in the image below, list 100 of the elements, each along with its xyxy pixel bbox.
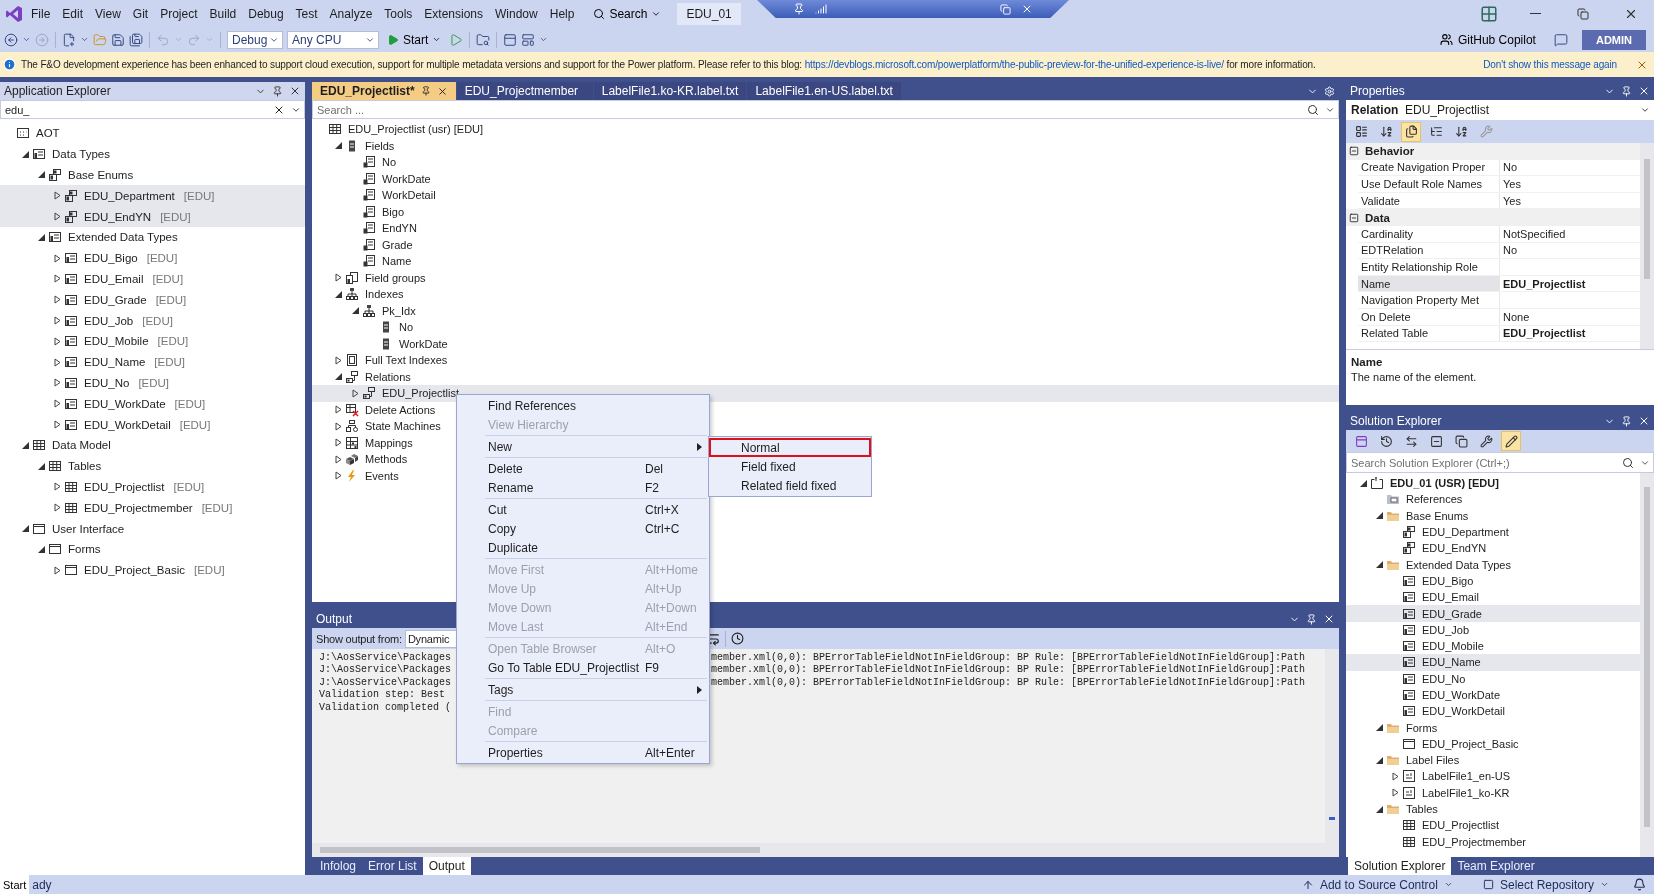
expander-icon[interactable] <box>52 378 62 388</box>
tree-item[interactable]: EDU_No [EDU] <box>0 372 176 394</box>
expander-icon[interactable] <box>333 372 343 382</box>
category-row[interactable]: Behavior <box>1346 143 1640 160</box>
expander-icon[interactable] <box>52 565 62 575</box>
menu-item[interactable]: Edit <box>57 3 89 24</box>
expander-icon[interactable] <box>333 471 343 481</box>
expander-icon[interactable] <box>52 295 62 305</box>
panel-tab[interactable]: Solution Explorer <box>1348 857 1452 875</box>
tree-item[interactable]: EDU_Projectlist <box>312 385 1339 402</box>
tree-item[interactable]: EDU_Grade <box>1346 605 1640 622</box>
tree-item[interactable]: Label Files <box>1346 752 1466 769</box>
close-icon[interactable] <box>1638 415 1650 427</box>
property-value[interactable]: NotSpecified <box>1500 225 1640 242</box>
pin-icon[interactable] <box>793 3 805 15</box>
panel-tab[interactable]: Error List <box>362 857 423 875</box>
tree-item[interactable]: Delete Actions <box>312 401 442 418</box>
source-control-button[interactable]: Add to Source Control <box>1295 876 1459 893</box>
tree-item[interactable]: EDU_Projectlist <box>1346 817 1506 834</box>
configuration-dropdown[interactable]: Debug <box>227 30 283 49</box>
expander-icon[interactable] <box>1358 478 1368 488</box>
expander-icon[interactable] <box>1374 723 1384 733</box>
tree-item[interactable]: State Machines <box>312 418 447 435</box>
property-name[interactable]: Create Navigation Proper <box>1358 159 1500 176</box>
tree-item[interactable]: EDU_Projectlist (usr) [EDU] <box>312 121 490 138</box>
tree-item[interactable]: Forms <box>1346 719 1444 736</box>
layout-icon[interactable] <box>521 32 536 47</box>
expander-icon[interactable] <box>20 440 30 450</box>
clock-icon[interactable] <box>730 632 744 645</box>
menu-item[interactable]: Analyze <box>324 3 378 24</box>
expander-icon[interactable] <box>52 212 62 222</box>
vertical-scrollbar[interactable] <box>1325 649 1339 843</box>
tree-item[interactable]: Extended Data Types <box>1346 556 1517 573</box>
tree-item[interactable]: Methods <box>312 451 414 468</box>
expander-icon[interactable] <box>36 461 46 471</box>
menu-item[interactable]: Cut Ctrl+X <box>457 500 709 519</box>
tree-item[interactable]: Pk_Idx <box>312 302 422 319</box>
expander-icon[interactable] <box>1374 755 1384 765</box>
close-icon[interactable] <box>1021 3 1033 15</box>
property-name[interactable]: Use Default Role Names <box>1358 176 1500 192</box>
tree-item[interactable]: EDU_Projectmember [EDU] <box>0 497 239 519</box>
tree-item[interactable]: Data Model <box>0 434 117 456</box>
vertical-scrollbar[interactable] <box>1640 473 1654 857</box>
expander-icon[interactable] <box>1390 772 1400 781</box>
property-value[interactable]: Yes <box>1500 176 1640 192</box>
tree-item[interactable]: Mappings <box>312 434 419 451</box>
expander-icon[interactable] <box>36 232 46 242</box>
tree-item[interactable]: EDU_01 (USR) [EDU] <box>1346 475 1505 492</box>
menu-item[interactable]: Debug <box>243 3 289 24</box>
pin-icon[interactable] <box>420 86 431 96</box>
search-field[interactable]: edu_ <box>0 100 305 119</box>
category-row[interactable]: Data <box>1346 209 1640 226</box>
menu-item[interactable]: Git <box>127 3 154 24</box>
expander-icon[interactable] <box>333 421 343 431</box>
blog-link[interactable]: https://devblogs.microsoft.com/powerplatform/the-public-preview-for-the-unified-experience-is-live/ <box>804 59 1224 70</box>
property-name[interactable]: Validate <box>1358 192 1500 209</box>
expander-icon[interactable] <box>52 191 62 201</box>
menu-item[interactable]: Test <box>290 3 323 24</box>
document-tab[interactable]: EDU_Projectmember <box>456 82 593 100</box>
pencil-icon[interactable] <box>1501 431 1521 451</box>
document-tab[interactable]: EDU_Projectlist* <box>312 82 456 100</box>
tree-item[interactable]: EDU_Department [EDU] <box>0 185 305 207</box>
menu-item[interactable]: Copy Ctrl+C <box>457 519 709 538</box>
tree-item[interactable]: Field groups <box>312 269 432 286</box>
menu-item[interactable]: Project <box>155 3 203 24</box>
tree-item[interactable]: EDU_WorkDate [EDU] <box>0 393 212 415</box>
pin-icon[interactable] <box>1621 415 1632 427</box>
expander-icon[interactable] <box>20 524 30 534</box>
expander-icon[interactable] <box>1374 560 1384 570</box>
menu-item[interactable]: Tags <box>457 680 709 699</box>
pin-icon[interactable] <box>272 85 283 97</box>
menu-item[interactable]: Window <box>490 3 543 24</box>
property-value[interactable]: No <box>1500 242 1640 259</box>
menu-item[interactable]: File <box>26 3 56 24</box>
menu-item[interactable]: New <box>457 437 709 456</box>
tree-item[interactable]: EDU_Projectmember <box>1346 833 1532 850</box>
search-button[interactable]: Search <box>587 3 668 24</box>
start-button[interactable]: Start <box>383 30 446 49</box>
expander-icon[interactable] <box>52 399 62 409</box>
property-value[interactable]: EDU_Projectlist <box>1500 325 1640 342</box>
menu-item[interactable]: Help <box>544 3 580 24</box>
new-file-icon[interactable] <box>62 32 76 47</box>
expander-icon[interactable] <box>1374 511 1384 521</box>
tree-item[interactable]: Events <box>312 467 405 484</box>
tree-item[interactable]: Bigo <box>312 203 411 220</box>
expander-icon[interactable] <box>333 405 343 415</box>
expander-icon[interactable] <box>333 355 343 365</box>
save-icon[interactable] <box>111 32 125 47</box>
tree-item[interactable]: AOT <box>0 123 66 144</box>
tree-item[interactable]: Tables <box>0 455 108 477</box>
close-icon[interactable] <box>436 85 448 97</box>
property-value[interactable]: Yes <box>1500 192 1640 209</box>
tree-item[interactable]: EndYN <box>312 220 423 237</box>
expander-icon[interactable] <box>350 306 360 316</box>
settings-icon[interactable] <box>1324 85 1335 97</box>
menu-item[interactable]: Tools <box>379 3 418 24</box>
tree-item[interactable]: Base Enums <box>0 164 140 186</box>
panel-tab[interactable]: Output <box>422 857 471 875</box>
tree-item[interactable]: Extended Data Types <box>0 227 184 248</box>
property-value[interactable]: None <box>1500 308 1640 325</box>
